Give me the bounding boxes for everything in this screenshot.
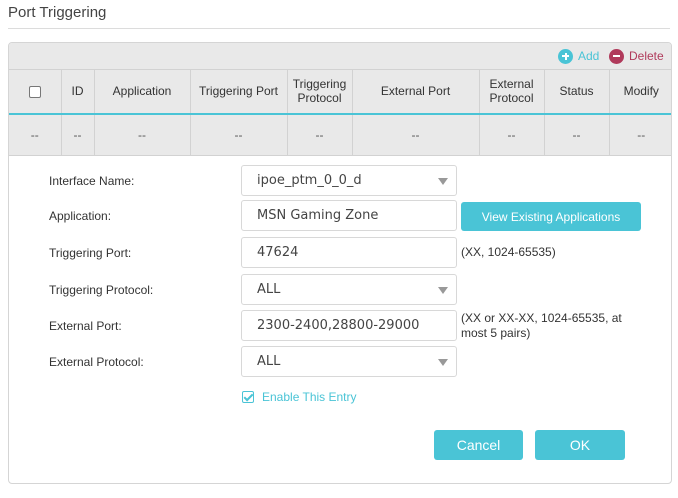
external-port-label: External Port:: [49, 319, 122, 333]
table-cell-application: --: [93, 112, 191, 156]
interface-name-label: Interface Name:: [49, 174, 135, 188]
column-header-modify: Modify: [608, 69, 671, 114]
ok-button[interactable]: OK: [535, 430, 625, 460]
triggering-protocol-value: ALL: [257, 282, 281, 297]
external-port-hint-line1: (XX or XX-XX, 1024-65535, at: [461, 311, 622, 325]
triggering-port-hint: (XX, 1024-65535): [461, 245, 556, 259]
select-all-cell[interactable]: [9, 69, 62, 114]
column-header-triggering-port: Triggering Port: [189, 69, 288, 114]
table-row: -- -- -- -- -- -- -- -- --: [9, 112, 671, 156]
enable-entry-label: Enable This Entry: [262, 390, 357, 404]
external-port-input[interactable]: 2300-2400,28800-29000: [241, 310, 457, 341]
table-cell-id: --: [60, 112, 95, 156]
external-protocol-value: ALL: [257, 354, 281, 369]
checkbox-checked-icon: [242, 391, 254, 403]
table-cell-triggering-port: --: [189, 112, 288, 156]
page-title: Port Triggering: [8, 4, 107, 21]
enable-entry-checkbox[interactable]: Enable This Entry: [242, 390, 357, 404]
column-header-external-protocol: External Protocol: [478, 69, 545, 114]
table-header-row: ID Application Triggering Port Triggerin…: [9, 69, 671, 114]
column-header-external-port: External Port: [351, 69, 480, 114]
table-cell-external-protocol: --: [478, 112, 545, 156]
triggering-protocol-label: Triggering Protocol:: [49, 283, 154, 297]
triggering-port-label: Triggering Port:: [49, 246, 132, 260]
column-header-triggering-protocol: Triggering Protocol: [286, 69, 353, 114]
add-label: Add: [578, 49, 600, 63]
table-cell-status: --: [543, 112, 610, 156]
table-cell-triggering-protocol: --: [286, 112, 353, 156]
external-port-hint: (XX or XX-XX, 1024-65535, at most 5 pair…: [461, 311, 622, 341]
table-cell-external-port: --: [351, 112, 480, 156]
triggering-protocol-select[interactable]: ALL: [241, 274, 457, 305]
plus-circle-icon: [558, 48, 573, 64]
port-triggering-panel: Add Delete ID Application Triggering Por…: [8, 42, 672, 484]
column-header-status: Status: [543, 69, 610, 114]
select-all-checkbox[interactable]: [28, 86, 41, 99]
external-protocol-label: External Protocol:: [49, 355, 144, 369]
column-header-id: ID: [60, 69, 95, 114]
table-cell-modify: --: [608, 112, 671, 156]
delete-button[interactable]: Delete: [609, 48, 664, 64]
table-toolbar: Add Delete: [9, 43, 671, 69]
title-divider: [8, 28, 670, 29]
triggering-port-input[interactable]: 47624: [241, 237, 457, 268]
minus-circle-icon: [609, 48, 624, 64]
column-header-application: Application: [93, 69, 191, 114]
external-port-value: 2300-2400,28800-29000: [257, 318, 420, 333]
external-port-hint-line2: most 5 pairs): [461, 326, 531, 340]
cancel-button[interactable]: Cancel: [434, 430, 523, 460]
view-existing-applications-button[interactable]: View Existing Applications: [461, 202, 641, 231]
interface-name-select[interactable]: ipoe_ptm_0_0_d: [241, 165, 457, 196]
application-value: MSN Gaming Zone: [257, 208, 379, 223]
application-label: Application:: [49, 209, 112, 223]
add-button[interactable]: Add: [558, 48, 599, 64]
table-cell-select: --: [9, 112, 62, 156]
external-protocol-select[interactable]: ALL: [241, 346, 457, 377]
application-input[interactable]: MSN Gaming Zone: [241, 200, 457, 231]
interface-name-value: ipoe_ptm_0_0_d: [257, 173, 362, 188]
delete-label: Delete: [629, 49, 664, 63]
triggering-port-value: 47624: [257, 245, 299, 260]
rules-table: ID Application Triggering Port Triggerin…: [9, 69, 671, 156]
